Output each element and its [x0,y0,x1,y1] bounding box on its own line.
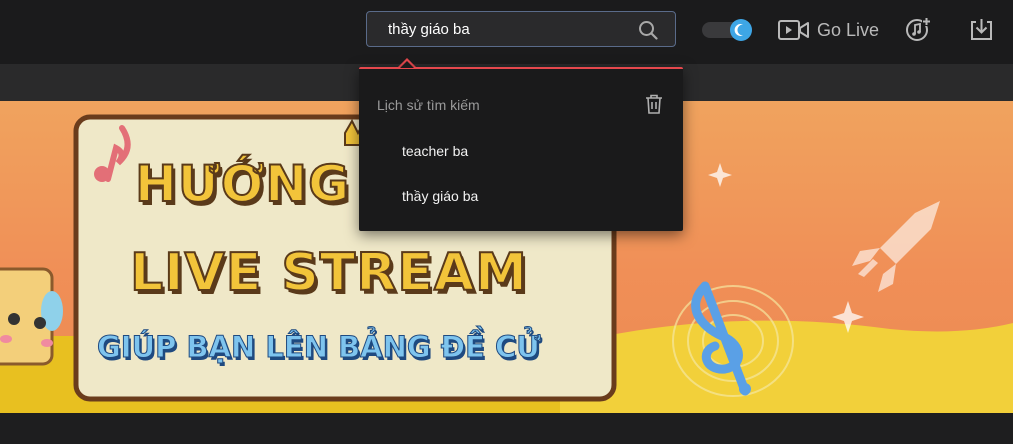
search-input[interactable]: thầy giáo ba [366,11,676,47]
page-bottom-strip [0,413,1013,444]
music-add-icon[interactable] [906,17,931,42]
search-history-heading: Lịch sử tìm kiếm [377,97,480,113]
sparkle-icon [708,163,864,333]
go-live-label: Go Live [817,19,880,40]
banner-subtitle: GIÚP BẠN LÊN BẢNG ĐỀ CỬ [97,330,541,365]
top-bar: thầy giáo ba Go Live [0,0,1013,64]
dropdown-caret-fill [400,61,414,68]
search-history-item[interactable]: teacher ba [402,143,468,159]
video-camera-icon [778,20,809,40]
search-icon[interactable] [638,20,658,40]
banner-title-2: LIVE STREAM [129,242,528,304]
go-live-button[interactable]: Go Live [778,17,879,43]
search-history-item[interactable]: thầy giáo ba [402,188,478,204]
trash-icon[interactable] [645,94,663,114]
search-input-value: thầy giáo ba [388,21,470,38]
rocket-icon [852,201,940,292]
download-icon[interactable] [969,17,994,42]
search-history-dropdown: Lịch sử tìm kiếm teacher ba thầy giáo ba [359,67,683,231]
theme-toggle[interactable] [702,19,753,41]
